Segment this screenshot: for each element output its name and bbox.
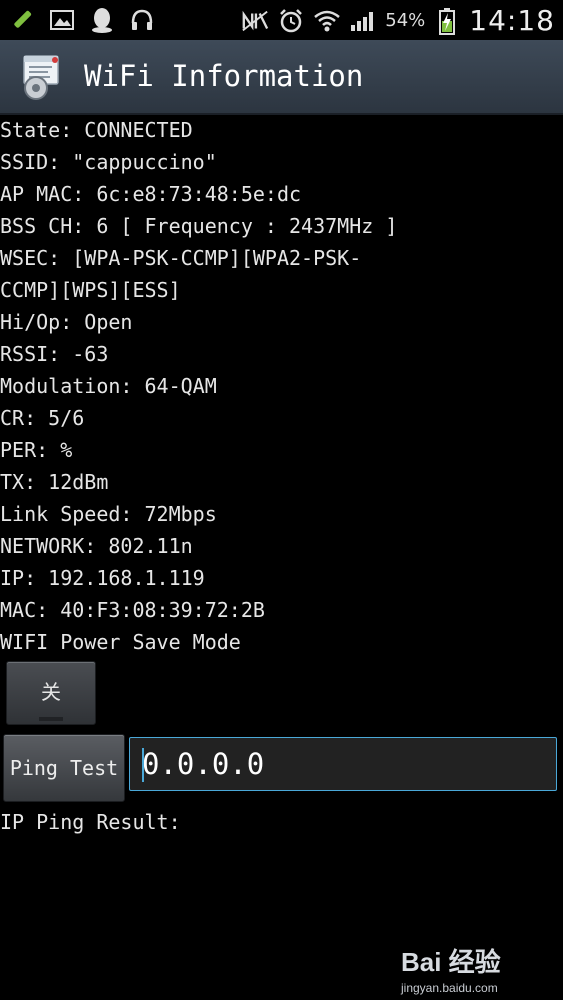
info-rssi: RSSI: -63 bbox=[0, 342, 109, 366]
info-wsec: WSEC: [WPA-PSK-CCMP][WPA2-PSK- bbox=[0, 246, 362, 270]
ping-ip-value: 0.0.0.0 bbox=[142, 747, 265, 781]
ping-ip-input[interactable]: 0.0.0.0 bbox=[129, 737, 557, 791]
headphones-icon bbox=[128, 6, 156, 34]
info-state: State: CONNECTED bbox=[0, 118, 193, 142]
qq-icon bbox=[88, 6, 116, 34]
wifi-icon bbox=[313, 7, 341, 35]
info-tx: TX: 12dBm bbox=[0, 470, 109, 494]
battery-charging-icon bbox=[433, 7, 461, 35]
wifi-info-app-icon bbox=[18, 52, 68, 102]
info-ssid: SSID: "cappuccino" bbox=[0, 150, 217, 174]
info-cr: CR: 5/6 bbox=[0, 406, 85, 430]
info-ap-mac: AP MAC: 6c:e8:73:48:5e:dc bbox=[0, 182, 302, 206]
status-right-icons: 54% 14:18 bbox=[241, 4, 555, 37]
text-caret bbox=[142, 748, 144, 782]
info-network: NETWORK: 802.11n bbox=[0, 534, 193, 558]
watermark-main: Bai 经验 bbox=[401, 947, 501, 977]
nfc-off-icon bbox=[241, 7, 269, 35]
info-bss-channel: BSS CH: 6 [ Frequency : 2437MHz ] bbox=[0, 214, 398, 238]
wifi-info-list: State: CONNECTED SSID: "cappuccino" AP M… bbox=[0, 114, 563, 658]
info-ip: IP: 192.168.1.119 bbox=[0, 566, 205, 590]
ping-test-button[interactable]: Ping Test bbox=[3, 734, 125, 802]
signal-icon bbox=[349, 7, 377, 35]
alarm-icon bbox=[277, 7, 305, 35]
info-link-speed: Link Speed: 72Mbps bbox=[0, 502, 217, 526]
power-save-mode-label: WIFI Power Save Mode bbox=[0, 630, 241, 654]
title-bar: WiFi Information bbox=[0, 40, 563, 115]
power-save-toggle-label: 关 bbox=[41, 680, 61, 704]
clock: 14:18 bbox=[469, 4, 555, 37]
info-hi-op: Hi/Op: Open bbox=[0, 310, 133, 334]
app-title: WiFi Information bbox=[84, 59, 364, 93]
image-icon bbox=[48, 6, 76, 34]
watermark-sub: jingyan.baidu.com bbox=[401, 981, 498, 995]
status-left-icons bbox=[8, 6, 156, 34]
info-per: PER: % bbox=[0, 438, 73, 462]
info-wsec-cont: CCMP][WPS][ESS] bbox=[0, 278, 181, 302]
battery-percent: 54% bbox=[385, 10, 426, 31]
baidu-jingyan-watermark: Bai 经验 jingyan.baidu.com bbox=[401, 942, 541, 995]
info-modulation: Modulation: 64-QAM bbox=[0, 374, 217, 398]
toggle-indicator bbox=[39, 717, 63, 721]
status-bar: 54% 14:18 bbox=[0, 0, 563, 40]
edit-icon bbox=[8, 6, 36, 34]
ping-result-label: IP Ping Result: bbox=[0, 810, 181, 834]
power-save-toggle-button[interactable]: 关 bbox=[6, 661, 96, 725]
info-mac: MAC: 40:F3:08:39:72:2B bbox=[0, 598, 265, 622]
